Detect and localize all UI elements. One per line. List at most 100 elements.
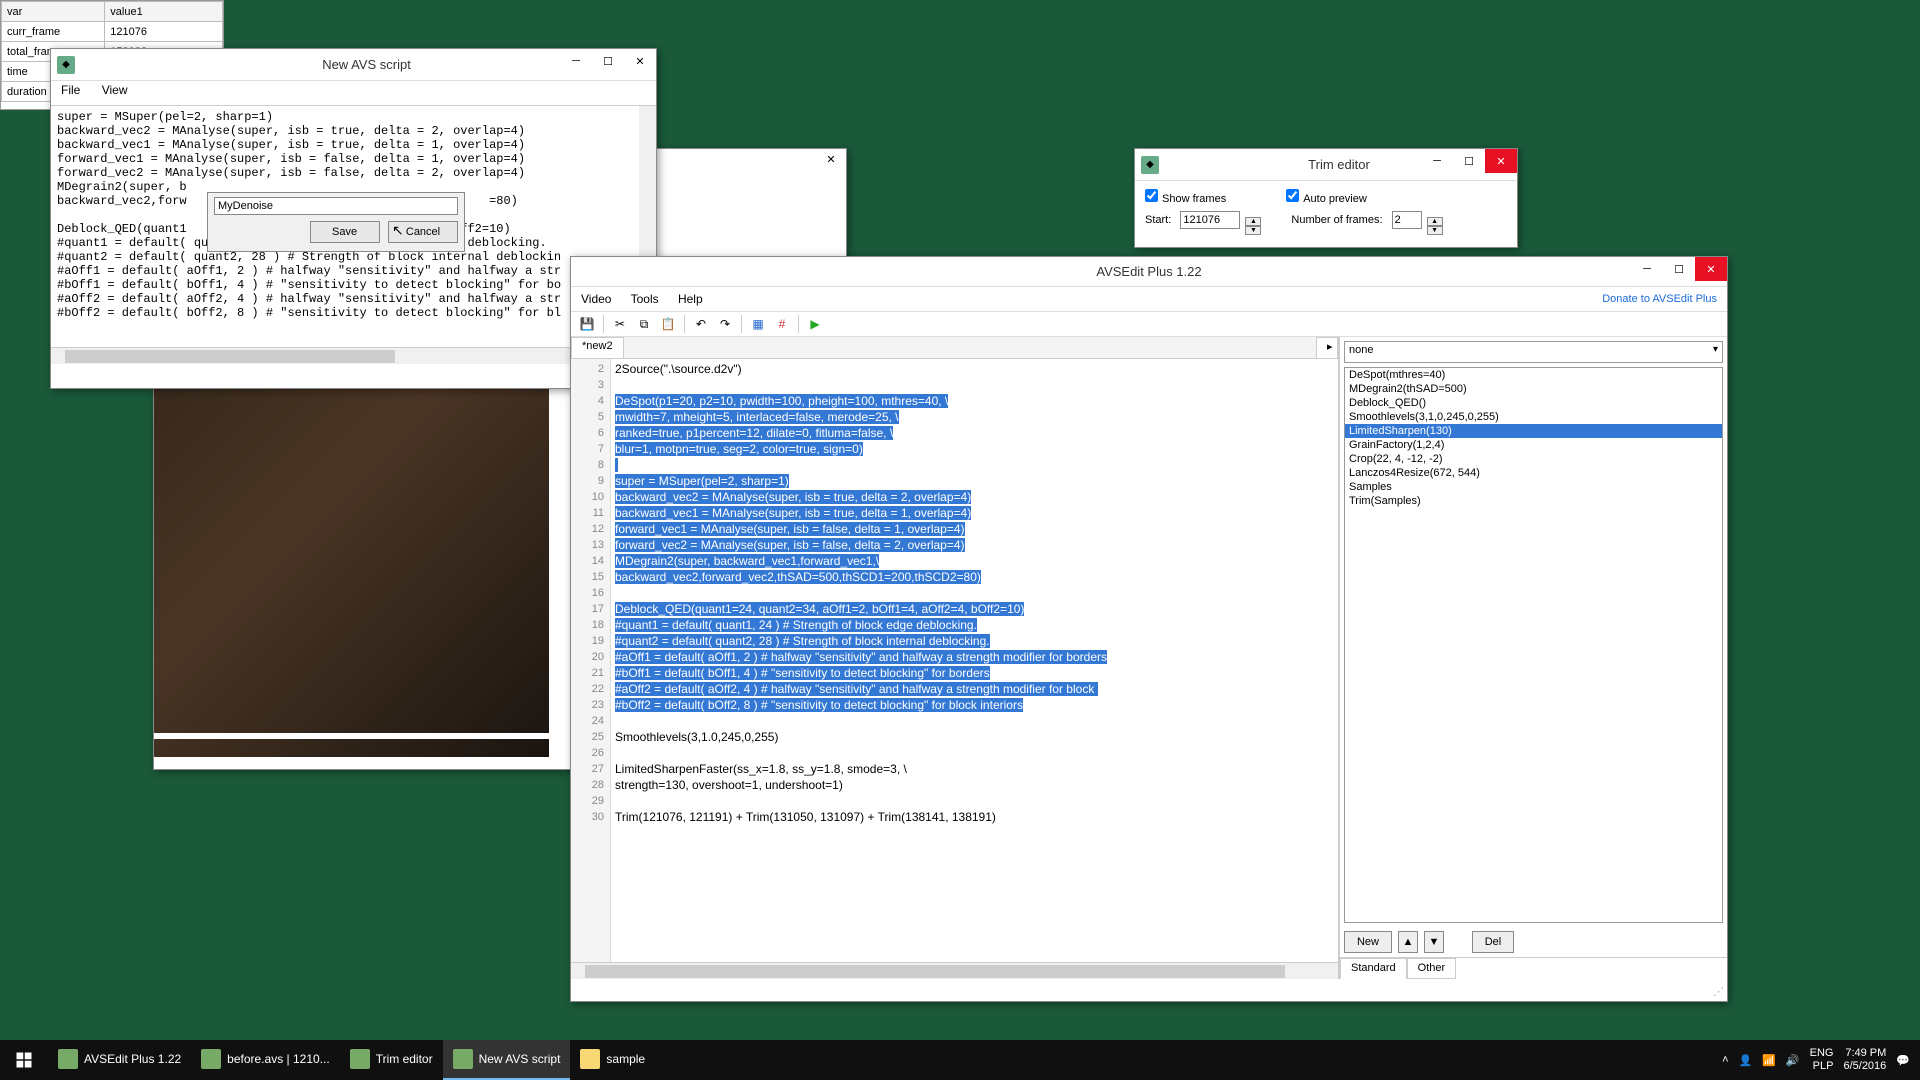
tray-people-icon[interactable]: 👤 — [1739, 1054, 1753, 1067]
preset-item[interactable]: Smoothlevels(3,1,0,245,0,255) — [1345, 410, 1722, 424]
copy-icon[interactable]: ⧉ — [634, 314, 654, 334]
vartable-header-var: var — [2, 2, 105, 22]
vartable-header-value: value1 — [105, 2, 223, 22]
preset-item[interactable]: LimitedSharpen(130) — [1345, 424, 1722, 438]
tray-date[interactable]: 6/5/2016 — [1843, 1060, 1886, 1073]
taskbar-item[interactable]: before.avs | 1210... — [191, 1040, 340, 1080]
close-button[interactable]: ✕ — [1695, 257, 1727, 281]
taskbar-item-label: Trim editor — [376, 1052, 433, 1066]
preset-del-button[interactable]: Del — [1472, 931, 1514, 953]
editor-tabs: *new2 ▸ — [571, 337, 1338, 359]
taskbar-item-label: AVSEdit Plus 1.22 — [84, 1052, 181, 1066]
nframes-spin-down[interactable]: ▼ — [1427, 226, 1443, 235]
preview-close-button[interactable]: ✕ — [822, 153, 840, 171]
maximize-button[interactable]: ☐ — [592, 49, 624, 73]
taskbar-item-label: before.avs | 1210... — [227, 1052, 330, 1066]
trim-titlebar[interactable]: ◆ Trim editor ─ ☐ ✕ — [1135, 149, 1517, 181]
avsedit-titlebar[interactable]: AVSEdit Plus 1.22 ─ ☐ ✕ — [571, 257, 1727, 287]
minimize-button[interactable]: ─ — [560, 49, 592, 73]
app-icon — [453, 1049, 473, 1069]
preset-category-dropdown[interactable]: none — [1344, 341, 1723, 363]
start-spin-down[interactable]: ▼ — [1245, 226, 1261, 235]
minimize-button[interactable]: ─ — [1421, 149, 1453, 173]
horizontal-scrollbar[interactable] — [51, 347, 656, 364]
close-button[interactable]: ✕ — [624, 49, 656, 73]
tray-lang1[interactable]: ENG — [1810, 1047, 1834, 1060]
trim-editor-window: ◆ Trim editor ─ ☐ ✕ Show frames Auto pre… — [1134, 148, 1518, 248]
tray-time[interactable]: 7:49 PM — [1845, 1047, 1886, 1060]
scrollbar-thumb[interactable] — [65, 350, 395, 363]
rtab-other[interactable]: Other — [1407, 958, 1457, 979]
code-area[interactable]: 2Source(".\source.d2v") DeSpot(p1=20, p2… — [611, 359, 1338, 962]
cut-icon[interactable]: ✂ — [610, 314, 630, 334]
preset-item[interactable]: GrainFactory(1,2,4) — [1345, 438, 1722, 452]
taskbar-item[interactable]: AVSEdit Plus 1.22 — [48, 1040, 191, 1080]
taskbar-item[interactable]: New AVS script — [443, 1040, 571, 1080]
cancel-button[interactable]: Cancel — [388, 221, 458, 243]
preset-name-input[interactable] — [214, 197, 458, 215]
paste-icon[interactable]: 📋 — [658, 314, 678, 334]
save-icon[interactable]: 💾 — [577, 314, 597, 334]
save-button[interactable]: Save — [310, 221, 380, 243]
system-tray: ˄ 👤 📶 🔊 ENG PLP 7:49 PM 6/5/2016 💬 — [1712, 1047, 1920, 1073]
minimize-button[interactable]: ─ — [1631, 257, 1663, 281]
taskbar-item-label: New AVS script — [479, 1052, 561, 1066]
menu-help[interactable]: Help — [678, 292, 703, 306]
editor-horizontal-scrollbar[interactable] — [571, 962, 1338, 979]
code-editor[interactable]: 2345678910111213141516171819202122232425… — [571, 359, 1338, 962]
preset-item[interactable]: MDegrain2(thSAD=500) — [1345, 382, 1722, 396]
start-input[interactable] — [1180, 211, 1240, 229]
nframes-input[interactable] — [1392, 211, 1422, 229]
auto-preview-checkbox[interactable]: Auto preview — [1286, 189, 1367, 205]
tray-notifications-icon[interactable]: 💬 — [1896, 1054, 1910, 1067]
preset-item[interactable]: Crop(22, 4, -12, -2) — [1345, 452, 1722, 466]
preset-item[interactable]: DeSpot(mthres=40) — [1345, 368, 1722, 382]
redo-icon[interactable]: ↷ — [715, 314, 735, 334]
preset-item[interactable]: Samples — [1345, 480, 1722, 494]
avsedit-title: AVSEdit Plus 1.22 — [577, 264, 1721, 279]
tray-chevron-up-icon[interactable]: ˄ — [1722, 1054, 1728, 1066]
vartable-key: curr_frame — [2, 22, 105, 42]
rtab-standard[interactable]: Standard — [1340, 958, 1407, 979]
show-frames-checkbox[interactable]: Show frames — [1145, 189, 1226, 205]
windows-icon — [15, 1051, 33, 1069]
preset-list[interactable]: DeSpot(mthres=40)MDegrain2(thSAD=500)Deb… — [1344, 367, 1723, 923]
vartable-value: 121076 — [105, 22, 223, 42]
preset-up-button[interactable]: ▲ — [1398, 931, 1418, 953]
tray-network-icon[interactable]: 📶 — [1762, 1054, 1776, 1067]
folder-icon — [580, 1049, 600, 1069]
start-button[interactable] — [0, 1040, 48, 1080]
menu-video[interactable]: Video — [581, 292, 611, 306]
tray-volume-icon[interactable]: 🔊 — [1786, 1054, 1800, 1067]
preset-item[interactable]: Trim(Samples) — [1345, 494, 1722, 508]
resize-grip-icon[interactable]: ⋰ — [1713, 985, 1724, 998]
preset-new-button[interactable]: New — [1344, 931, 1392, 953]
nframes-spin-up[interactable]: ▲ — [1427, 217, 1443, 226]
preset-item[interactable]: Deblock_QED() — [1345, 396, 1722, 410]
donate-link[interactable]: Donate to AVSEdit Plus — [1602, 293, 1717, 305]
preset-item[interactable]: Lanczos4Resize(672, 544) — [1345, 466, 1722, 480]
taskbar-item[interactable]: Trim editor — [340, 1040, 443, 1080]
play-icon[interactable]: ▶ — [805, 314, 825, 334]
menu-file[interactable]: File — [61, 83, 80, 97]
maximize-button[interactable]: ☐ — [1663, 257, 1695, 281]
menu-view[interactable]: View — [102, 83, 128, 97]
avs-script-titlebar[interactable]: ◆ New AVS script ─ ☐ ✕ — [51, 49, 656, 81]
start-spin-up[interactable]: ▲ — [1245, 217, 1261, 226]
preset-panel: none DeSpot(mthres=40)MDegrain2(thSAD=50… — [1339, 337, 1727, 979]
app-icon: ◆ — [1141, 156, 1159, 174]
tab-new2[interactable]: *new2 — [571, 337, 624, 358]
hash-icon[interactable]: # — [772, 314, 792, 334]
grid-icon[interactable]: ▦ — [748, 314, 768, 334]
avsedit-main-window: AVSEdit Plus 1.22 ─ ☐ ✕ Video Tools Help… — [570, 256, 1728, 1002]
preset-down-button[interactable]: ▼ — [1424, 931, 1444, 953]
close-button[interactable]: ✕ — [1485, 149, 1517, 173]
taskbar-item[interactable]: sample — [570, 1040, 655, 1080]
maximize-button[interactable]: ☐ — [1453, 149, 1485, 173]
tray-lang2[interactable]: PLP — [1813, 1060, 1834, 1073]
tab-overflow-button[interactable]: ▸ — [1316, 337, 1338, 358]
menu-tools[interactable]: Tools — [631, 292, 659, 306]
undo-icon[interactable]: ↶ — [691, 314, 711, 334]
scrollbar-thumb[interactable] — [585, 965, 1285, 978]
taskbar-item-label: sample — [606, 1052, 645, 1066]
